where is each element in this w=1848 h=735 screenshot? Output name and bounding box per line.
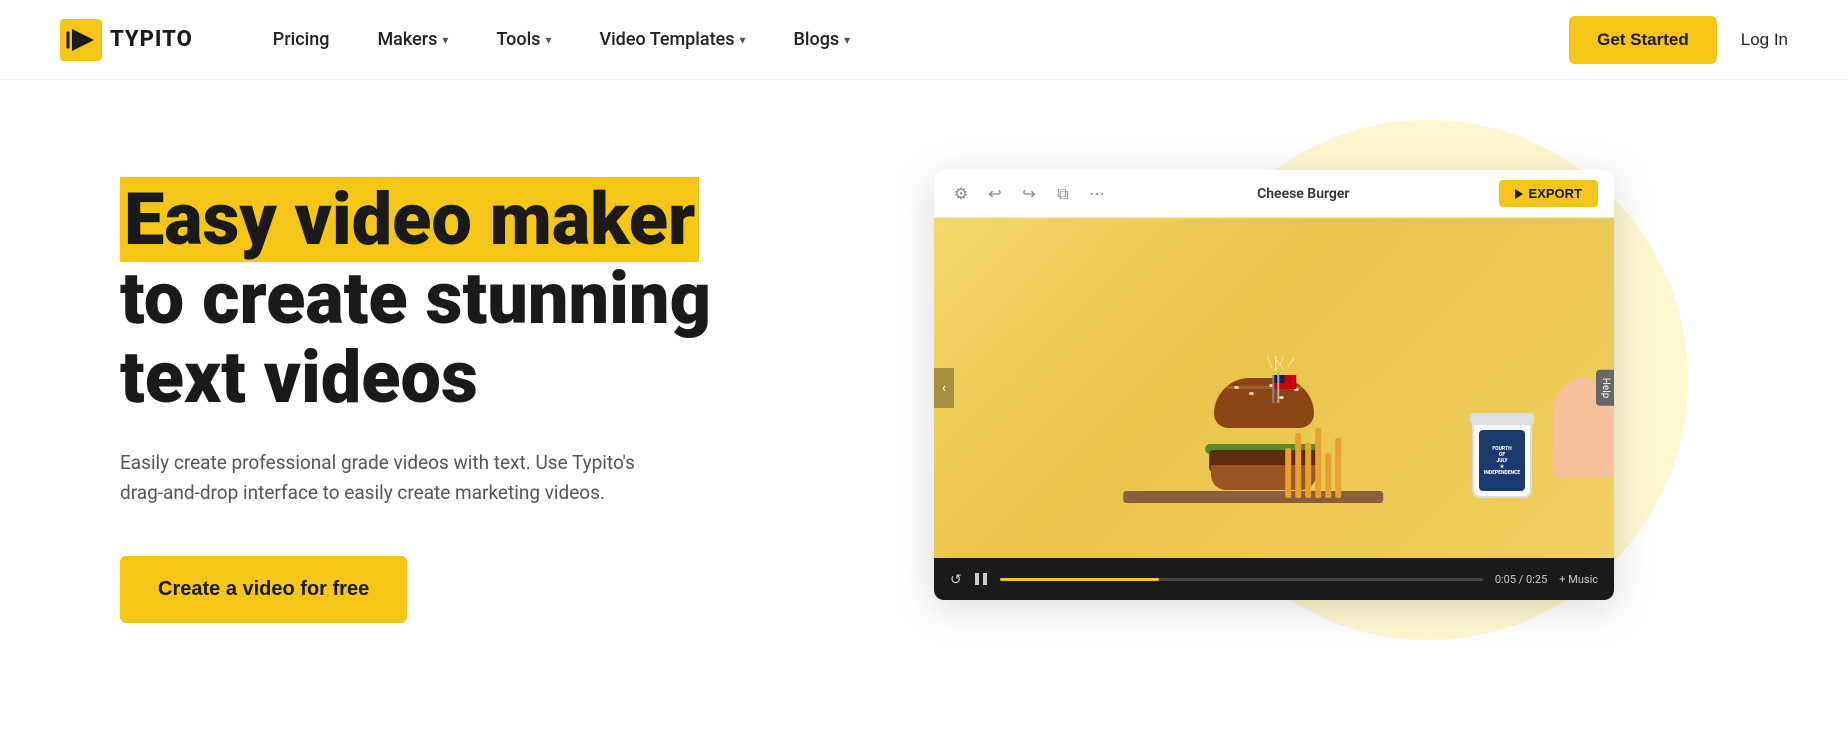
nav-makers[interactable]: Makers ▾ [377, 29, 448, 50]
fry-1 [1285, 448, 1291, 498]
logo-text: TYPITO [110, 27, 193, 52]
progress-fill [1000, 578, 1159, 581]
cup-label: FOURTHOFJULY★INDEPENDENCE [1479, 430, 1525, 491]
export-label: EXPORT [1529, 186, 1582, 201]
video-area: FOURTHOFJULY★INDEPENDENCE [934, 218, 1614, 558]
cta-button[interactable]: Create a video for free [120, 556, 407, 623]
spark-5 [1287, 358, 1294, 368]
export-button[interactable]: EXPORT [1499, 180, 1598, 207]
export-play-icon [1515, 189, 1523, 199]
logo-icon [60, 19, 102, 61]
cup-label-text: FOURTHOFJULY★INDEPENDENCE [1484, 446, 1520, 476]
blogs-dropdown-icon: ▾ [844, 33, 850, 47]
cup: FOURTHOFJULY★INDEPENDENCE [1472, 413, 1534, 498]
fries [1285, 428, 1341, 498]
fry-4 [1315, 428, 1321, 498]
sesame-1 [1234, 386, 1239, 389]
toolbar-left: ⚙ ↩ ↪ ⧉ ⋯ [950, 183, 1108, 205]
spark-4 [1275, 359, 1284, 370]
fry-3 [1305, 443, 1311, 498]
pause-icon [974, 572, 988, 586]
nav-pricing[interactable]: Pricing [273, 29, 330, 50]
hero-title-line3: text videos [120, 335, 478, 420]
hero-subtitle: Easily create professional grade videos … [120, 448, 680, 509]
editor-toolbar: ⚙ ↩ ↪ ⧉ ⋯ Cheese Burger EXPORT [934, 170, 1614, 218]
cup-body: FOURTHOFJULY★INDEPENDENCE [1472, 423, 1532, 498]
hero-title: Easy video maker to create stunning text… [120, 180, 800, 418]
sesame-2 [1249, 392, 1254, 395]
time-display: 0:05 / 0:25 [1495, 573, 1547, 586]
navigation: TYPITO Pricing Makers ▾ Tools ▾ Video Te… [0, 0, 1848, 80]
bun-top [1214, 378, 1314, 428]
nav-links: Pricing Makers ▾ Tools ▾ Video Templates… [273, 29, 1569, 50]
cup-lid [1470, 413, 1534, 423]
nav-tools[interactable]: Tools ▾ [496, 29, 551, 50]
hero-content: Easy video maker to create stunning text… [120, 140, 800, 623]
video-controls: ↺ 0:05 / 0:25 + Music [934, 558, 1614, 600]
fry-5 [1325, 453, 1331, 498]
help-tab[interactable]: Help [1596, 370, 1614, 406]
burger-scene: FOURTHOFJULY★INDEPENDENCE [934, 218, 1614, 558]
video-templates-dropdown-icon: ▾ [740, 33, 746, 47]
more-icon[interactable]: ⋯ [1086, 183, 1108, 205]
flag [1272, 375, 1274, 403]
logo[interactable]: TYPITO [60, 19, 193, 61]
music-button[interactable]: + Music [1559, 573, 1598, 586]
hero-section: Easy video maker to create stunning text… [0, 80, 1848, 735]
hero-visual: ⚙ ↩ ↪ ⧉ ⋯ Cheese Burger EXPORT [800, 140, 1748, 600]
nav-actions: Get Started Log In [1569, 16, 1788, 64]
sparkler-stick [1277, 373, 1279, 403]
settings-icon[interactable]: ⚙ [950, 183, 972, 205]
nav-blogs[interactable]: Blogs ▾ [794, 29, 851, 50]
login-button[interactable]: Log In [1741, 30, 1788, 50]
fry-6 [1335, 438, 1341, 498]
hero-title-highlight: Easy video maker [120, 177, 699, 262]
copy-icon[interactable]: ⧉ [1052, 183, 1074, 205]
makers-dropdown-icon: ▾ [442, 33, 448, 47]
spark-1 [1267, 357, 1272, 369]
pause-button[interactable] [974, 572, 988, 586]
sparkler [1277, 356, 1288, 403]
video-nav-left[interactable]: ‹ [934, 368, 954, 408]
undo-icon[interactable]: ↩ [984, 183, 1006, 205]
fry-2 [1295, 433, 1301, 498]
hero-title-line2: to create stunning [120, 256, 711, 341]
editor-mockup: ⚙ ↩ ↪ ⧉ ⋯ Cheese Burger EXPORT [934, 170, 1614, 600]
wood-board [1123, 491, 1383, 503]
nav-video-templates[interactable]: Video Templates ▾ [599, 29, 745, 50]
redo-icon[interactable]: ↪ [1018, 183, 1040, 205]
editor-title: Cheese Burger [1108, 186, 1499, 202]
get-started-button[interactable]: Get Started [1569, 16, 1717, 64]
progress-bar[interactable] [1000, 578, 1483, 581]
tools-dropdown-icon: ▾ [545, 33, 551, 47]
reload-button[interactable]: ↺ [950, 571, 962, 588]
